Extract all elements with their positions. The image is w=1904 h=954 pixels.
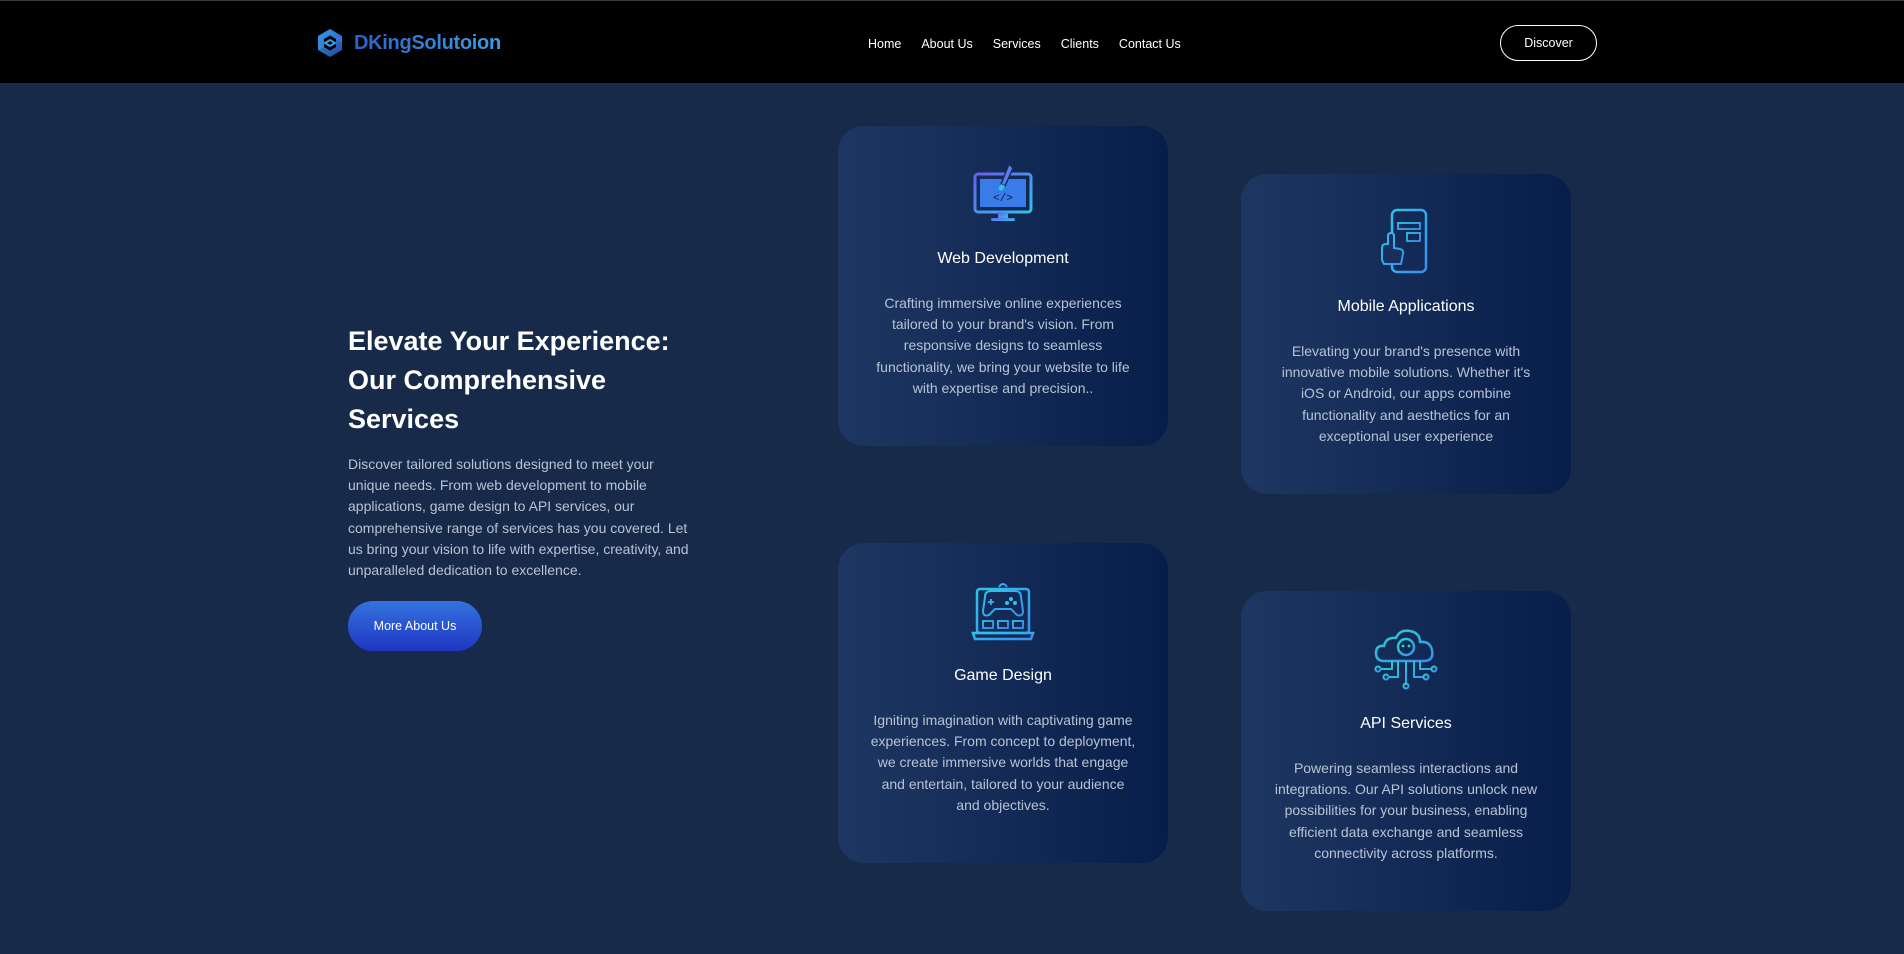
brand-logo[interactable]: DKingSolutoion — [314, 26, 501, 60]
main-nav: Home About Us Services Clients Contact U… — [868, 35, 1181, 53]
service-description: Crafting immersive online experiences ta… — [876, 295, 1130, 396]
nav-link-clients[interactable]: Clients — [1061, 37, 1099, 51]
nav-link-about-us[interactable]: About Us — [921, 37, 972, 51]
service-card-web-development[interactable]: </> Web Development Crafting immersive o… — [838, 126, 1168, 446]
intro-description: Discover tailored solutions designed to … — [348, 456, 689, 579]
service-description: Igniting imagination with captivating ga… — [870, 712, 1136, 813]
phone-touch-icon — [1381, 208, 1428, 274]
title-line-1: Elevate Your Experience: — [348, 326, 670, 356]
brand-name: DKingSolutoion — [354, 31, 501, 54]
service-card-mobile-applications[interactable]: Mobile Applications Elevating your brand… — [1241, 174, 1571, 494]
service-card-api-services[interactable]: API Services Powering seamless interacti… — [1241, 591, 1571, 911]
service-description: Powering seamless interactions and integ… — [1274, 760, 1538, 861]
monitor-brush-icon: </> — [973, 162, 1033, 221]
svg-text:</>: </> — [993, 193, 1013, 205]
more-about-us-button[interactable]: More About Us — [348, 601, 482, 651]
nav-link-services[interactable]: Services — [993, 37, 1041, 51]
service-title: Game Design — [954, 667, 1052, 684]
service-card-game-design[interactable]: Game Design Igniting imagination with ca… — [838, 543, 1168, 863]
title-line-3: Services — [348, 404, 460, 434]
nav-link-contact-us[interactable]: Contact Us — [1119, 37, 1181, 51]
top-navbar: DKingSolutoion Home About Us Services Cl… — [0, 0, 1904, 83]
discover-button[interactable]: Discover — [1500, 25, 1597, 61]
page-title: Elevate Your Experience: Our Comprehensi… — [348, 322, 696, 439]
cloud-gear-network-icon — [1374, 629, 1438, 690]
nav-link-home[interactable]: Home — [868, 37, 901, 51]
service-title: API Services — [1360, 715, 1452, 732]
service-title: Web Development — [937, 250, 1069, 267]
title-line-2: Our Comprehensive — [348, 365, 607, 395]
service-description: Elevating your brand's presence with inn… — [1281, 343, 1531, 444]
gamepad-laptop-icon — [971, 583, 1035, 641]
services-intro: Elevate Your Experience: Our Comprehensi… — [348, 322, 696, 581]
service-title: Mobile Applications — [1337, 298, 1475, 315]
hexagon-link-logo-icon — [318, 29, 342, 57]
